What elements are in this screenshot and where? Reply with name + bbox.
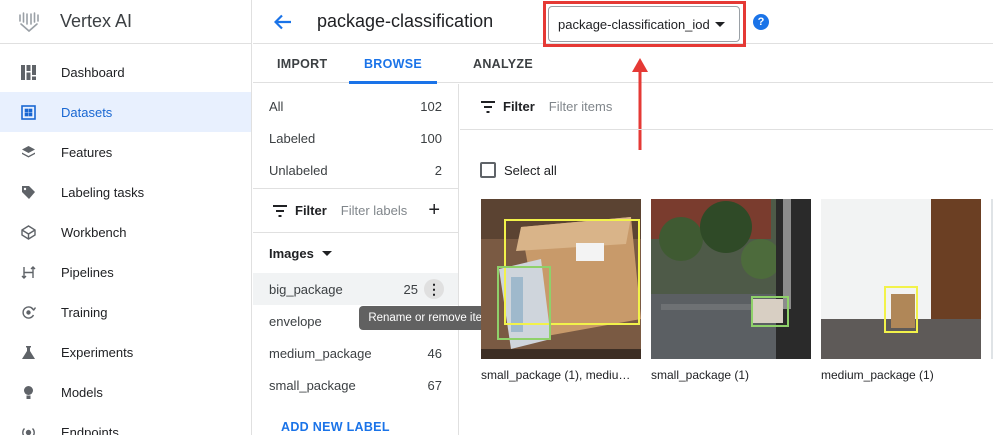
training-icon — [20, 304, 37, 321]
label-item-medium-package[interactable]: medium_package 46 — [253, 337, 458, 369]
filter-label: Filter — [295, 203, 327, 218]
nav-label-endpoints: Endpoints — [61, 424, 119, 435]
items-grid-area: Filter Filter items Select all small_pac… — [460, 84, 993, 435]
filter-icon — [273, 204, 287, 217]
nav-label-features: Features — [61, 144, 113, 160]
count-row-labeled[interactable]: Labeled 100 — [253, 122, 458, 154]
sidebar: Vertex AI Dashboard Datasets Features La… — [0, 0, 252, 435]
pipelines-icon — [20, 264, 37, 281]
label-name: envelope — [269, 313, 322, 329]
count-value: 102 — [420, 98, 442, 114]
brand[interactable]: Vertex AI — [0, 0, 251, 44]
image-thumbnail-2[interactable] — [651, 199, 811, 359]
package-photo-3 — [821, 199, 981, 359]
images-section-header[interactable]: Images — [253, 233, 458, 273]
page-header: package-classification package-classific… — [253, 0, 993, 47]
label-name: big_package — [269, 281, 343, 297]
dropdown-caret-icon — [715, 22, 725, 27]
dashboard-icon — [20, 64, 37, 81]
tab-import[interactable]: IMPORT — [277, 44, 327, 83]
experiments-icon — [20, 344, 37, 361]
tab-browse[interactable]: BROWSE — [349, 44, 437, 84]
features-icon — [20, 144, 37, 161]
version-select-value: package-classification_iod — [558, 16, 710, 32]
nav-item-models[interactable]: Models — [0, 372, 251, 412]
add-label-plus-icon[interactable]: + — [428, 199, 440, 222]
count-row-unlabeled[interactable]: Unlabeled 2 — [253, 154, 458, 186]
nav-label-dashboard: Dashboard — [61, 64, 125, 80]
nav-item-dashboard[interactable]: Dashboard — [0, 52, 251, 92]
filter-label: Filter — [503, 99, 535, 114]
package-photo-1 — [481, 199, 641, 359]
thumbnail-caption-3: medium_package (1) — [821, 368, 934, 382]
filter-labels-input[interactable]: Filter labels — [341, 203, 407, 218]
nav-item-experiments[interactable]: Experiments — [0, 332, 251, 372]
nav-label-datasets: Datasets — [61, 104, 113, 120]
help-icon[interactable]: ? — [753, 14, 769, 30]
nav-item-features[interactable]: Features — [0, 132, 251, 172]
nav-item-pipelines[interactable]: Pipelines — [0, 252, 251, 292]
package-photo-2 — [651, 199, 811, 359]
models-icon — [20, 384, 37, 401]
label-count: 46 — [427, 345, 442, 361]
nav-item-workbench[interactable]: Workbench — [0, 212, 251, 252]
nav-item-endpoints[interactable]: Endpoints — [0, 412, 251, 435]
image-thumbnail-3[interactable] — [821, 199, 981, 359]
count-row-all[interactable]: All 102 — [253, 90, 458, 122]
nav-label-models: Models — [61, 384, 103, 400]
select-all-label: Select all — [504, 162, 557, 178]
nav-item-datasets[interactable]: Datasets — [0, 92, 251, 132]
label-item-big-package[interactable]: big_package 25 ⋮ — [253, 273, 458, 305]
tab-bar: IMPORT BROWSE ANALYZE — [253, 44, 993, 84]
datasets-icon — [20, 104, 37, 121]
workbench-icon — [20, 224, 37, 241]
nav-label-workbench: Workbench — [61, 224, 127, 240]
nav-label-labeling-tasks: Labeling tasks — [61, 184, 145, 200]
labels-panel: All 102 Labeled 100 Unlabeled 2 Filter F… — [253, 84, 459, 435]
thumbnail-caption-2: small_package (1) — [651, 368, 750, 382]
endpoints-icon — [20, 424, 37, 435]
label-count: 25 — [403, 281, 418, 297]
caret-down-icon — [321, 250, 332, 256]
labeling-icon — [20, 184, 37, 201]
nav-label-experiments: Experiments — [61, 344, 134, 360]
label-item-small-package[interactable]: small_package 67 — [253, 369, 458, 401]
count-label: Unlabeled — [269, 162, 328, 178]
label-count: 67 — [427, 377, 442, 393]
items-filter[interactable]: Filter Filter items — [460, 84, 993, 130]
count-label: Labeled — [269, 130, 316, 146]
select-all[interactable]: Select all — [480, 162, 557, 178]
label-name: medium_package — [269, 345, 372, 361]
image-thumbnail-1[interactable] — [481, 199, 641, 359]
filter-icon — [481, 100, 495, 113]
nav-item-training[interactable]: Training — [0, 292, 251, 332]
count-value: 2 — [434, 162, 442, 178]
label-name: small_package — [269, 377, 356, 393]
images-section-title: Images — [269, 245, 314, 261]
label-filter[interactable]: Filter Filter labels + — [253, 189, 458, 233]
nav-item-labeling-tasks[interactable]: Labeling tasks — [0, 172, 251, 212]
more-vert-icon[interactable]: ⋮ — [424, 279, 444, 299]
add-new-label-button[interactable]: ADD NEW LABEL — [253, 409, 458, 435]
page-title: package-classification — [317, 11, 494, 31]
select-all-checkbox[interactable] — [480, 162, 496, 178]
version-select[interactable]: package-classification_iod — [548, 6, 740, 42]
vertex-ai-logo — [19, 11, 39, 32]
brand-name: Vertex AI — [60, 11, 133, 31]
back-arrow-icon[interactable] — [271, 10, 295, 34]
thumbnail-caption-1: small_package (1), medium_package (1) — [481, 368, 639, 382]
count-value: 100 — [420, 130, 442, 146]
nav-label-training: Training — [61, 304, 108, 320]
filter-items-input[interactable]: Filter items — [549, 99, 613, 114]
nav-label-pipelines: Pipelines — [61, 264, 114, 280]
tab-analyze[interactable]: ANALYZE — [473, 44, 533, 83]
count-label: All — [269, 98, 284, 114]
